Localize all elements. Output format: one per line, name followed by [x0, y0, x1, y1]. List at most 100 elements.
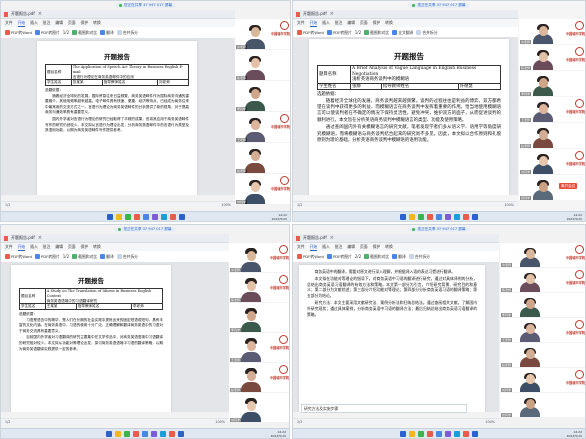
toolbar-button[interactable]: 翻译	[392, 254, 406, 260]
toolbar-button[interactable]: 合并拆分	[416, 30, 438, 36]
toolbar-button[interactable]: 合并拆分	[408, 254, 430, 260]
toolbar-button[interactable]: PDF转Word	[5, 30, 32, 36]
menu-item[interactable]: 批注	[335, 244, 343, 250]
edge-icon[interactable]	[160, 430, 166, 437]
zoom-level[interactable]: 100%	[485, 420, 495, 424]
zoom-level[interactable]: 100%	[221, 203, 231, 207]
participant-tile[interactable]: 中国城市学院 王老师	[229, 333, 289, 362]
menu-item[interactable]: 编辑	[55, 244, 63, 250]
document-viewport[interactable]: 商务英语中的翻译，需要对原文进行深入理解，并根据译入语的表达习惯进行翻译。 本文拟…	[293, 263, 499, 412]
pdf-app-icon[interactable]	[427, 213, 433, 220]
participant-tile[interactable]: 中国城市学院 刘同学	[235, 174, 290, 204]
start-icon[interactable]	[106, 430, 112, 437]
zoom-level[interactable]: 100%	[504, 203, 514, 207]
participant-tile[interactable]: 中国城市学院 许老师	[500, 243, 585, 267]
toolbar-button[interactable]: 合并拆分	[116, 254, 138, 260]
menu-item[interactable]: 批注	[43, 20, 51, 26]
menu-item[interactable]: 转换	[93, 244, 101, 250]
wps-icon[interactable]	[169, 213, 176, 220]
menu-item[interactable]: 页面	[68, 20, 76, 26]
menu-item[interactable]: 文件	[297, 20, 305, 26]
wechat-icon[interactable]	[418, 430, 424, 437]
toolbar-button[interactable]: 翻译	[100, 254, 114, 260]
page-indicator[interactable]: 1/2	[63, 30, 69, 35]
meeting-share-indicator[interactable]: 您正在共享 37 947 017 屏幕	[114, 3, 177, 8]
participant-tile[interactable]: 中国城市学院 陈老师	[500, 268, 585, 292]
pdf-app-icon[interactable]	[427, 430, 433, 437]
wechat-icon[interactable]	[418, 213, 424, 220]
wechat-icon[interactable]	[124, 213, 131, 220]
browser-icon[interactable]	[142, 430, 148, 437]
toolbar-button[interactable]: PDF转图片	[326, 30, 352, 36]
folder-icon[interactable]	[115, 213, 122, 220]
toolbar-button[interactable]: 翻译	[100, 30, 114, 36]
document-tab[interactable]: 开题报告.pdf ×	[1, 10, 235, 19]
page-indicator[interactable]: 2/2	[355, 254, 361, 259]
wps-icon[interactable]	[463, 430, 469, 437]
document-viewport[interactable]: 开题报告 题目名称 A Brief Analysis of Vague Langua…	[293, 37, 518, 195]
page-indicator[interactable]: 1/2	[355, 30, 361, 35]
menu-item[interactable]: 保护	[373, 20, 381, 26]
wps-icon[interactable]	[169, 430, 175, 437]
participant-tile[interactable]: 中国城市学院 赵老师	[229, 363, 289, 392]
chat-input[interactable]: 研究方法及实施步骤	[301, 404, 467, 413]
menu-item[interactable]: 插入	[322, 20, 330, 26]
participant-tile[interactable]: 李同学	[500, 293, 585, 317]
toolbar-button[interactable]: PDF转Word	[5, 254, 32, 260]
participant-tile[interactable]: 李同学	[235, 81, 290, 111]
participant-tile[interactable]: 赵老师	[519, 123, 585, 148]
edge-icon[interactable]	[454, 430, 460, 437]
menu-item[interactable]: 批注	[335, 20, 343, 26]
pdf-app-icon[interactable]	[133, 213, 140, 220]
participant-tile[interactable]: 陈老师	[235, 50, 290, 80]
menu-item[interactable]: 保护	[81, 20, 89, 26]
participant-tile[interactable]: 张同学	[500, 393, 585, 417]
edge-icon[interactable]	[160, 213, 167, 220]
toolbar-button[interactable]: 截图和对比	[364, 254, 389, 260]
menu-item[interactable]: 开始	[17, 20, 26, 27]
menu-item[interactable]: 页面	[360, 244, 368, 250]
menu-item[interactable]: 文件	[5, 244, 13, 250]
menu-item[interactable]: 开始	[309, 20, 318, 27]
document-tab[interactable]: 开题报告.pdf ×	[293, 10, 518, 19]
menu-item[interactable]: 插入	[30, 244, 38, 250]
participant-tile[interactable]: 中国城市学院 刘同学	[519, 149, 585, 174]
leave-meeting-button[interactable]: 离开会议	[559, 183, 578, 189]
start-icon[interactable]	[400, 213, 406, 220]
toolbar-button[interactable]: PDF转图片	[34, 30, 60, 36]
document-viewport[interactable]: 开题报告 题目名称 A Study on The Translation of Id…	[1, 263, 229, 412]
meeting-app-icon[interactable]	[445, 213, 451, 220]
pdf-app-icon[interactable]	[133, 430, 139, 437]
toolbar-button[interactable]: PDF转Word	[297, 254, 324, 260]
toolbar-button[interactable]: 合并拆分	[116, 30, 138, 36]
close-tab-icon[interactable]: ×	[38, 11, 42, 17]
menu-item[interactable]: 转换	[385, 20, 393, 26]
edge-icon[interactable]	[454, 213, 460, 220]
menu-item[interactable]: 文件	[297, 244, 305, 250]
participant-tile[interactable]: 中国城市学院 王老师	[500, 318, 585, 342]
participant-tile[interactable]: 中国城市学院 刘同学	[500, 368, 585, 392]
document-tab[interactable]: 开题报告.pdf ×	[293, 234, 499, 243]
start-icon[interactable]	[106, 213, 113, 220]
menu-item[interactable]: 页面	[360, 20, 368, 26]
store-icon[interactable]	[472, 430, 478, 437]
menu-item[interactable]: 编辑	[347, 20, 355, 26]
toolbar-button[interactable]: 截图和对比	[72, 30, 97, 36]
browser-icon[interactable]	[142, 213, 149, 220]
store-icon[interactable]	[178, 213, 185, 220]
menu-item[interactable]: 插入	[322, 244, 330, 250]
start-icon[interactable]	[400, 430, 406, 437]
menu-item[interactable]: 文件	[5, 20, 13, 26]
toolbar-button[interactable]: 全文翻译	[392, 30, 413, 36]
participant-tile[interactable]: 李同学	[229, 303, 289, 332]
meeting-share-indicator[interactable]: 您正在共享 37 947 017 屏幕	[408, 3, 470, 8]
menu-item[interactable]: 转换	[385, 244, 393, 250]
participant-tile[interactable]: 中国城市学院 许老师	[235, 19, 290, 49]
toolbar-button[interactable]: PDF转Word	[297, 30, 324, 36]
zoom-level[interactable]: 100%	[215, 420, 225, 424]
browser-icon[interactable]	[436, 213, 442, 220]
participant-tile[interactable]: 中国城市学院 王老师	[519, 97, 585, 122]
meeting-app-icon[interactable]	[151, 213, 158, 220]
wechat-icon[interactable]	[124, 430, 130, 437]
meeting-app-icon[interactable]	[445, 430, 451, 437]
